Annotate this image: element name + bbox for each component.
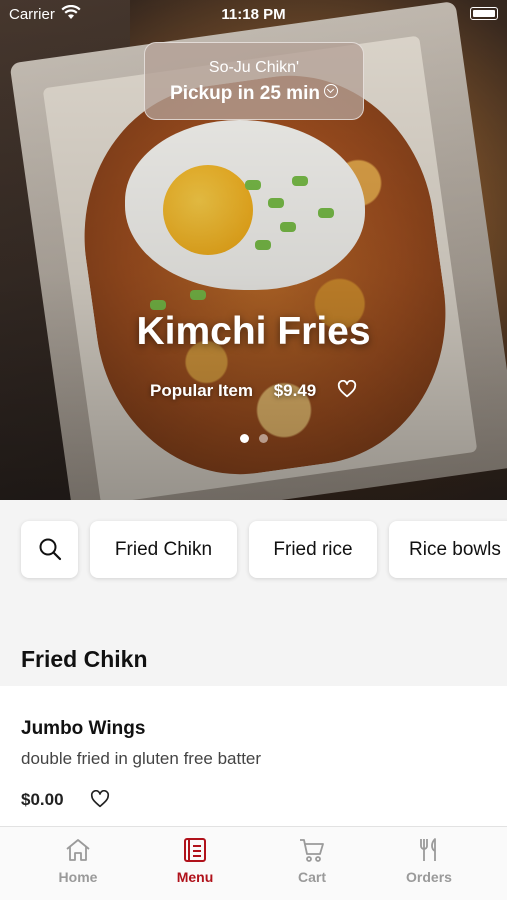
- search-icon: [39, 538, 61, 561]
- category-chip[interactable]: Fried rice: [249, 521, 377, 578]
- search-button[interactable]: [21, 521, 78, 578]
- tab-home[interactable]: Home: [15, 837, 141, 885]
- carousel-dot[interactable]: [258, 434, 268, 443]
- status-bar: Carrier 11:18 PM: [0, 0, 507, 28]
- tab-orders[interactable]: Orders: [366, 837, 492, 885]
- carousel-dots[interactable]: [0, 430, 507, 448]
- section-title: Fried Chikn: [21, 646, 148, 672]
- tab-menu[interactable]: Menu: [132, 837, 258, 885]
- home-icon: [15, 837, 141, 863]
- hero-meta: Popular Item $9.49: [0, 379, 507, 403]
- store-name: So-Ju Chikn': [208, 59, 300, 76]
- tab-label: Menu: [176, 869, 214, 885]
- tab-bar: Home Menu Cart Orders: [0, 826, 507, 900]
- pickup-eta-label: Pickup in 25 min: [170, 83, 320, 104]
- status-time: 11:18 PM: [221, 6, 286, 23]
- carousel-dot-active[interactable]: [239, 434, 249, 443]
- chevron-down-icon: [323, 84, 338, 98]
- category-chip[interactable]: Fried Chikn: [90, 521, 237, 578]
- tab-label: Cart: [297, 869, 326, 885]
- battery-icon: [470, 7, 498, 20]
- hero-tag: Popular Item: [150, 380, 253, 400]
- fork-knife-icon: [366, 837, 492, 863]
- menu-item-name: Jumbo Wings: [21, 718, 146, 739]
- hero-title: Kimchi Fries: [136, 310, 371, 353]
- pickup-selector[interactable]: So-Ju Chikn' Pickup in 25 min: [144, 42, 364, 120]
- heart-icon[interactable]: [90, 789, 110, 813]
- menu-item-price: $0.00: [21, 790, 64, 809]
- tab-label: Orders: [406, 869, 452, 885]
- heart-icon[interactable]: [337, 379, 357, 403]
- menu-item-description: double fried in gluten free batter: [21, 749, 262, 768]
- menu-item[interactable]: Jumbo Wings double fried in gluten free …: [0, 686, 507, 826]
- tab-cart[interactable]: Cart: [249, 837, 375, 885]
- category-bar: Fried Chikn Fried rice Rice bowls: [0, 500, 507, 600]
- cart-icon: [249, 837, 375, 863]
- menu-icon: [132, 837, 258, 863]
- pickup-eta: Pickup in 25 min: [145, 83, 363, 105]
- tab-label: Home: [58, 869, 98, 885]
- hero-price: $9.49: [273, 380, 317, 400]
- category-chip[interactable]: Rice bowls: [389, 521, 507, 578]
